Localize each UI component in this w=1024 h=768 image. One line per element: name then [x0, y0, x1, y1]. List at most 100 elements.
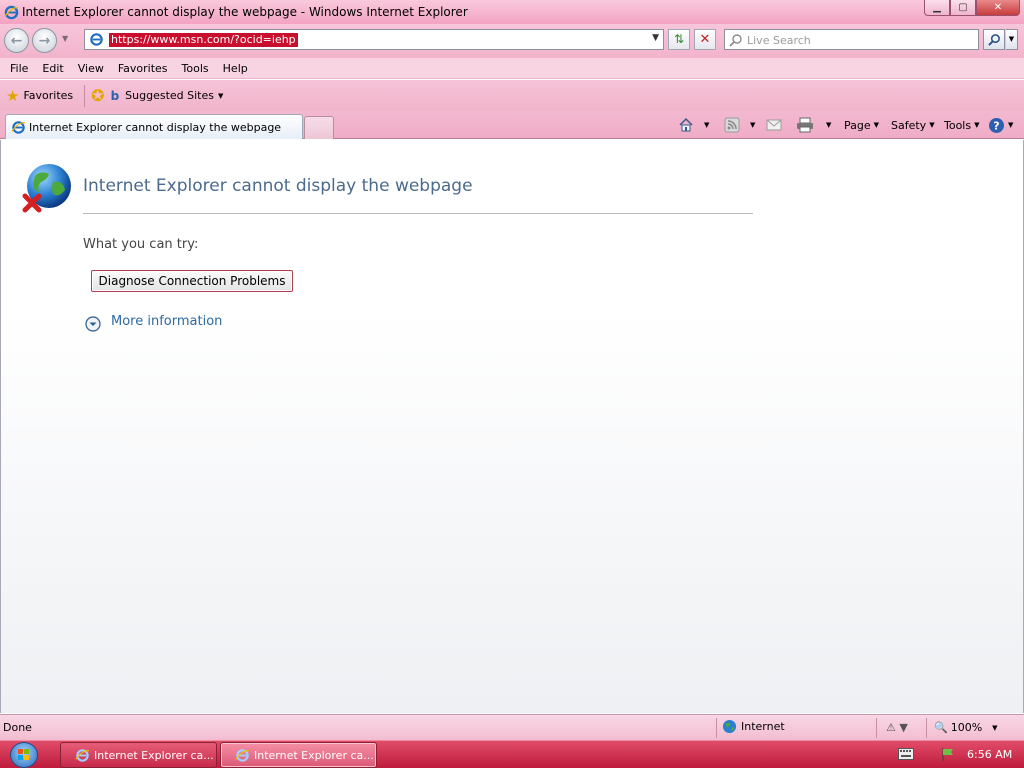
address-dropdown-icon[interactable]: ▼ [652, 33, 659, 43]
tab-row: Internet Explorer cannot display the web… [0, 111, 1024, 139]
forward-button[interactable]: → [32, 28, 57, 53]
action-center-flag-icon[interactable] [940, 746, 956, 762]
window-title: Internet Explorer cannot display the web… [22, 5, 468, 19]
favorites-star-icon: ★ [6, 86, 20, 105]
suggested-sites-label: Suggested Sites [125, 89, 214, 102]
search-placeholder: Live Search [747, 34, 811, 47]
favorites-label: Favorites [23, 89, 74, 102]
start-button[interactable] [10, 742, 38, 768]
back-arrow-icon: ← [10, 32, 23, 49]
minimize-button[interactable]: ▁ [924, 0, 950, 16]
mail-icon [766, 119, 782, 131]
system-clock[interactable]: 6:56 AM [967, 748, 1012, 761]
search-button[interactable] [983, 29, 1005, 50]
address-url[interactable]: https://www.msn.com/?ocid=iehp [109, 33, 298, 47]
menu-view[interactable]: View [71, 62, 111, 75]
expand-chevron-icon[interactable] [85, 316, 101, 332]
menu-help[interactable]: Help [216, 62, 255, 75]
stop-button[interactable]: ✕ [694, 29, 716, 50]
title-divider [83, 213, 753, 214]
menu-tools[interactable]: Tools [175, 62, 216, 75]
security-zone[interactable]: Internet [722, 719, 785, 734]
home-icon [679, 117, 693, 132]
windows-logo-icon [18, 749, 29, 760]
chevron-down-icon: ▼ [974, 121, 980, 129]
status-bar: Done Internet ⚠ ▼ 🔍 100% ▼ [0, 714, 1024, 740]
menu-edit[interactable]: Edit [35, 62, 70, 75]
print-button[interactable]: ▼ [796, 115, 831, 135]
tools-menu-label: Tools [944, 118, 972, 132]
chevron-down-icon[interactable]: ▼ [750, 121, 755, 129]
menu-file[interactable]: File [3, 62, 35, 75]
rss-feed-icon [724, 117, 740, 133]
chevron-down-icon: ▼ [929, 121, 935, 129]
page-menu-label: Page [844, 118, 871, 132]
close-button[interactable]: ✕ [976, 0, 1020, 16]
refresh-button[interactable]: ⇅ [668, 29, 690, 50]
feeds-button[interactable]: ▼ [724, 115, 755, 135]
zoom-control[interactable]: 🔍 100% ▼ [934, 721, 998, 734]
add-to-favorites-bar-icon[interactable]: ✪ [91, 86, 104, 105]
globe-error-icon [22, 164, 71, 213]
zone-label: Internet [741, 720, 785, 733]
page-menu-button[interactable]: Page ▼ [844, 115, 879, 135]
maximize-button[interactable]: ▢ [950, 0, 976, 16]
safety-menu-button[interactable]: Safety ▼ [891, 115, 935, 135]
page-content: Internet Explorer cannot display the web… [0, 140, 1024, 713]
recent-pages-dropdown[interactable]: ▼ [62, 34, 68, 43]
tools-menu-button[interactable]: Tools ▼ [944, 115, 980, 135]
back-button[interactable]: ← [4, 28, 29, 53]
search-input[interactable]: Live Search [724, 29, 979, 50]
svg-text:?: ? [993, 119, 999, 132]
diagnose-connection-button[interactable]: Diagnose Connection Problems [91, 270, 293, 292]
protected-mode-icon[interactable]: ⚠ ▼ [886, 721, 908, 734]
taskbar-item-ie-1[interactable]: Internet Explorer ca... [60, 742, 217, 768]
status-divider [876, 718, 877, 738]
stop-icon: ✕ [699, 32, 711, 47]
window-controls: ▁ ▢ ✕ [924, 0, 1020, 16]
favorites-button[interactable]: ★ Favorites [6, 87, 73, 105]
magnifier-icon [987, 34, 1000, 46]
page-title: Internet Explorer cannot display the web… [83, 176, 473, 196]
home-button[interactable]: ▼ [678, 115, 709, 135]
address-bar[interactable]: https://www.msn.com/?ocid=iehp ▼ [84, 29, 664, 50]
title-bar: Internet Explorer cannot display the web… [0, 0, 1024, 24]
menu-bar: File Edit View Favorites Tools Help [0, 58, 1024, 79]
ie-logo-icon [4, 5, 19, 19]
favorites-divider [84, 84, 86, 107]
suggested-sites-button[interactable]: b Suggested Sites ▼ [111, 89, 224, 103]
taskbar-item-label: Internet Explorer ca... [94, 748, 214, 762]
chevron-down-icon: ▼ [217, 91, 224, 100]
bing-icon: b [110, 88, 120, 103]
navigation-bar: ← → ▼ https://www.msn.com/?ocid=iehp ▼ ⇅… [0, 24, 1024, 58]
chevron-down-icon[interactable]: ▼ [826, 121, 831, 129]
taskbar-item-ie-2[interactable]: Internet Explorer ca... [220, 742, 377, 768]
chevron-down-icon: ▼ [1008, 121, 1014, 129]
chevron-down-icon[interactable]: ▼ [704, 121, 709, 129]
refresh-icon: ⇅ [673, 32, 685, 46]
safety-menu-label: Safety [891, 118, 927, 132]
zoom-magnifier-icon: 🔍 [934, 721, 948, 734]
live-search-icon [729, 34, 742, 47]
help-icon: ? [989, 117, 1004, 133]
search-options-dropdown[interactable]: ▼ [1006, 29, 1018, 50]
chevron-down-icon: ▼ [992, 723, 998, 732]
zoom-level: 100% [950, 721, 983, 734]
favorites-bar: ★ Favorites ✪ b Suggested Sites ▼ [0, 80, 1024, 111]
chevron-down-icon: ▼ [873, 121, 880, 129]
what-you-can-try-label: What you can try: [83, 237, 199, 252]
more-information-link[interactable]: More information [111, 314, 222, 329]
new-tab-button[interactable] [304, 116, 334, 139]
tab-current[interactable]: Internet Explorer cannot display the web… [5, 114, 303, 139]
keyboard-icon[interactable] [898, 748, 914, 760]
help-button[interactable]: ? ▼ [988, 115, 1013, 135]
taskbar: Internet Explorer ca... Internet Explore… [0, 740, 1024, 768]
taskbar-item-label: Internet Explorer ca... [254, 748, 374, 762]
read-mail-button[interactable] [766, 115, 782, 135]
ie-logo-icon [235, 748, 250, 762]
tab-label: Internet Explorer cannot display the web… [29, 120, 282, 134]
tab-ie-icon [11, 120, 26, 134]
forward-arrow-icon: → [38, 32, 51, 49]
menu-favorites[interactable]: Favorites [111, 62, 175, 75]
status-divider [926, 718, 927, 738]
